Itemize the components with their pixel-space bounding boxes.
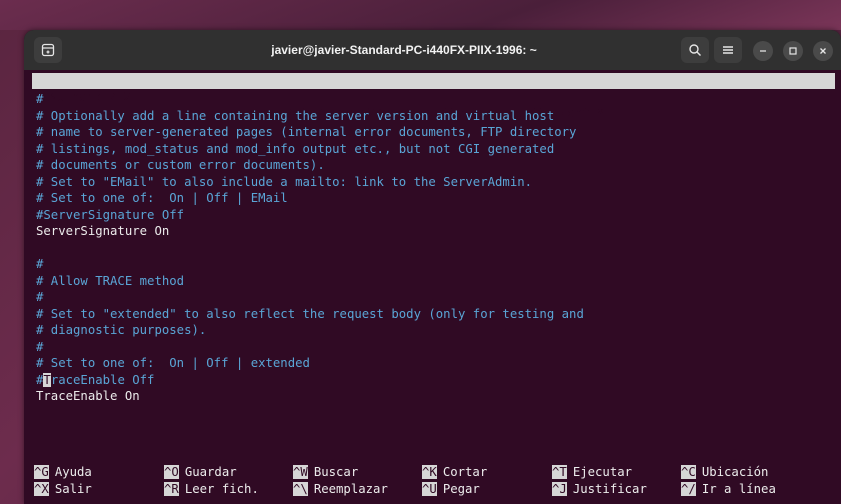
maximize-icon (789, 47, 797, 55)
minimize-button[interactable] (753, 41, 773, 61)
shortcut-key: ^C (681, 465, 696, 479)
shortcut-label: Buscar (313, 465, 359, 479)
shortcut-key: ^X (34, 482, 49, 496)
shortcut-label: Reemplazar (313, 482, 388, 496)
shortcut-item: ^K Cortar (422, 464, 487, 480)
hamburger-menu-icon (723, 46, 733, 54)
editor-line[interactable]: TraceEnable On (36, 388, 140, 404)
editor-line[interactable]: # Set to one of: On | Off | EMail (36, 190, 288, 206)
minimize-icon (760, 50, 766, 52)
desktop-background (0, 0, 841, 30)
shortcut-label: Leer fich. (184, 482, 259, 496)
editor-line[interactable]: # documents or custom error documents). (36, 157, 325, 173)
search-button[interactable] (681, 37, 709, 63)
editor-line[interactable]: # Set to "EMail" to also include a mailt… (36, 174, 532, 190)
shortcut-item: ^W Buscar (293, 464, 358, 480)
shortcut-key: ^R (164, 482, 179, 496)
editor-line[interactable]: # listings, mod_status and mod_info outp… (36, 141, 554, 157)
shortcut-item: ^C Ubicación (681, 464, 768, 480)
shortcut-label: Ir a línea (701, 482, 776, 496)
shortcut-label: Pegar (442, 482, 480, 496)
editor-line[interactable]: # Set to "extended" to also reflect the … (36, 306, 584, 322)
window-title: javier@javier-Standard-PC-i440FX-PIIX-19… (271, 43, 537, 57)
nano-header-bar: GNU nano 7.2 /etc/apache2/conf-available… (32, 73, 835, 120)
shortcut-key: ^O (164, 465, 179, 479)
shortcut-item: ^G Ayuda (34, 464, 92, 480)
shortcut-item: ^/ Ir a línea (681, 481, 776, 497)
title-bar: javier@javier-Standard-PC-i440FX-PIIX-19… (24, 30, 841, 70)
shortcut-item: ^R Leer fich. (164, 481, 259, 497)
shortcut-key: ^K (422, 465, 437, 479)
editor-line[interactable]: # diagnostic purposes). (36, 322, 206, 338)
shortcut-label: Ejecutar (572, 465, 633, 479)
editor-line[interactable]: # (36, 256, 43, 272)
shortcut-item: ^T Ejecutar (552, 464, 632, 480)
editor-line[interactable]: # name to server-generated pages (intern… (36, 124, 576, 140)
terminal-window: javier@javier-Standard-PC-i440FX-PIIX-19… (24, 30, 841, 504)
shortcut-key: ^W (293, 465, 308, 479)
shortcut-key: ^\ (293, 482, 308, 496)
shortcut-key: ^T (552, 465, 567, 479)
shortcut-item: ^U Pegar (422, 481, 480, 497)
editor-line[interactable]: ServerSignature On (36, 223, 169, 239)
nano-version: GNU nano 7.2 (42, 90, 131, 104)
editor-line[interactable]: #ServerSignature Off (36, 207, 184, 223)
editor-line[interactable]: # Optionally add a line containing the s… (36, 108, 554, 124)
shortcut-key: ^/ (681, 482, 696, 496)
maximize-button[interactable] (783, 41, 803, 61)
shortcut-label: Ubicación (701, 465, 769, 479)
shortcut-key: ^U (422, 482, 437, 496)
search-icon (689, 44, 701, 56)
editor-line-cursor[interactable]: #TraceEnable Off (36, 372, 154, 388)
shortcut-key: ^J (552, 482, 567, 496)
shortcut-item: ^J Justificar (552, 481, 647, 497)
shortcut-item: ^X Salir (34, 481, 92, 497)
shortcut-label: Justificar (572, 482, 647, 496)
terminal-tab-icon (41, 43, 55, 57)
menu-button[interactable] (714, 37, 742, 63)
editor-line[interactable]: # (36, 289, 43, 305)
shortcut-label: Salir (54, 482, 92, 496)
terminal-content[interactable]: GNU nano 7.2 /etc/apache2/conf-available… (24, 70, 841, 504)
shortcut-label: Ayuda (54, 465, 92, 479)
shortcut-item: ^\ Reemplazar (293, 481, 388, 497)
close-button[interactable] (813, 41, 833, 61)
text-cursor: T (43, 372, 51, 387)
editor-line[interactable]: # Allow TRACE method (36, 273, 184, 289)
shortcut-item: ^O Guardar (164, 464, 237, 480)
shortcut-label: Cortar (442, 465, 488, 479)
shortcut-key: ^G (34, 465, 49, 479)
editor-line[interactable]: # Set to one of: On | Off | extended (36, 355, 310, 371)
editor-line[interactable]: # (36, 339, 43, 355)
editor-line[interactable]: # (36, 91, 43, 107)
close-icon (820, 48, 826, 54)
shortcut-label: Guardar (184, 465, 237, 479)
new-tab-button[interactable] (34, 37, 62, 63)
